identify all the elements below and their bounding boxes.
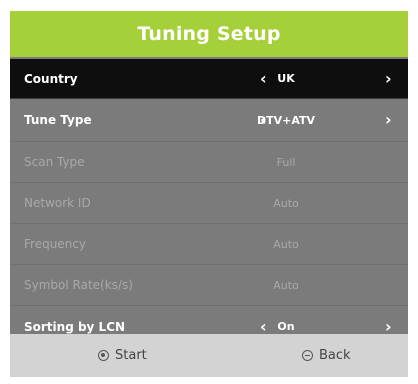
chevron-right-icon[interactable]: › xyxy=(385,318,392,335)
header-bar: Tuning Setup xyxy=(10,11,408,57)
start-label: Start xyxy=(115,348,147,363)
setting-label: Symbol Rate(ks/s) xyxy=(24,278,133,292)
setting-row-frequency: Frequency Auto xyxy=(10,224,408,265)
setting-row-country[interactable]: Country ‹ UK › xyxy=(10,59,408,99)
setting-value: UK xyxy=(277,72,295,85)
setting-label: Network ID xyxy=(24,196,91,210)
ok-button-icon xyxy=(98,350,109,361)
setting-label: Sorting by LCN xyxy=(24,319,126,334)
setting-label: Scan Type xyxy=(24,155,85,169)
setting-value: DTV+ATV xyxy=(256,113,316,127)
setting-value: On xyxy=(277,320,295,333)
tuning-setup-screen: Tuning Setup Country ‹ UK › Tune Type ‹ … xyxy=(10,11,408,377)
start-button[interactable]: Start xyxy=(98,348,147,363)
setting-row-network-id: Network ID Auto xyxy=(10,183,408,224)
setting-row-tune-type[interactable]: Tune Type ‹ DTV+ATV › xyxy=(10,99,408,142)
setting-label: Frequency xyxy=(24,237,86,251)
setting-value: Auto xyxy=(273,196,299,210)
back-button-icon xyxy=(302,350,313,361)
chevron-right-icon[interactable]: › xyxy=(385,112,392,128)
settings-list: Country ‹ UK › Tune Type ‹ DTV+ATV › Sca… xyxy=(10,59,408,347)
setting-label: Tune Type xyxy=(24,113,92,127)
setting-row-scan-type: Scan Type Full xyxy=(10,142,408,183)
footer-bar: Start Back xyxy=(10,334,408,377)
setting-value: Full xyxy=(276,155,296,169)
page-title: Tuning Setup xyxy=(137,23,281,45)
chevron-right-icon[interactable]: › xyxy=(385,70,392,87)
back-button[interactable]: Back xyxy=(302,348,351,363)
setting-value: Auto xyxy=(273,278,299,292)
setting-value: Auto xyxy=(273,237,299,251)
setting-label: Country xyxy=(24,71,78,86)
setting-row-symbol-rate: Symbol Rate(ks/s) Auto xyxy=(10,265,408,306)
back-label: Back xyxy=(319,348,351,363)
